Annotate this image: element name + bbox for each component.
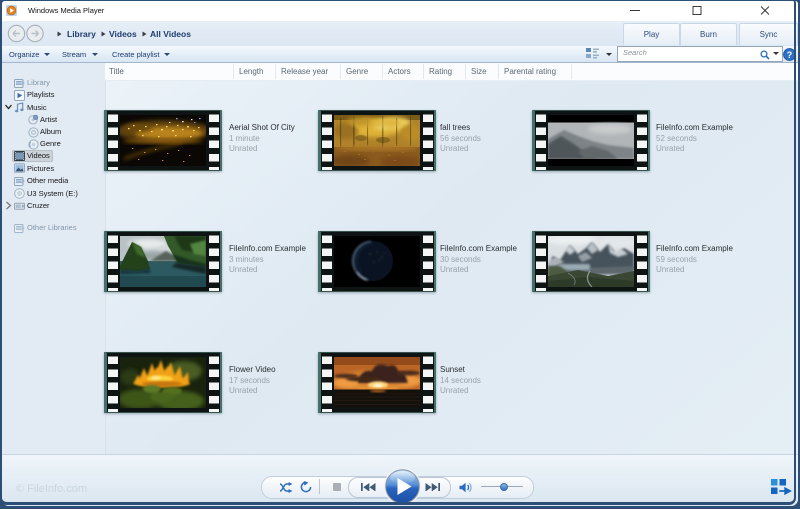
svg-text:?: ? — [787, 50, 793, 60]
